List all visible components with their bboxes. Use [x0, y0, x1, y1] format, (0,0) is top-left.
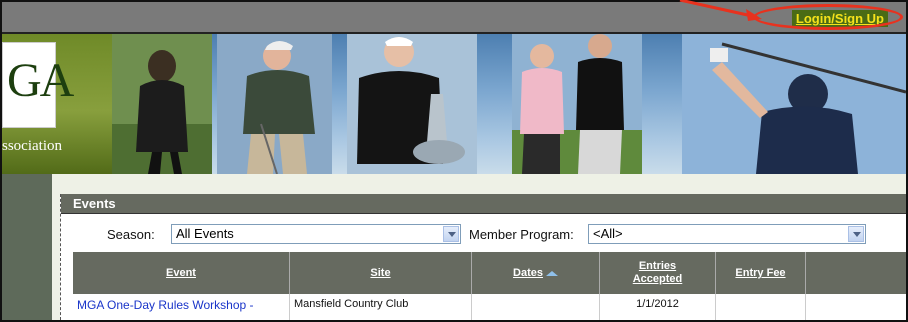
column-header-extra: [806, 252, 906, 294]
dates-cell: [472, 294, 600, 320]
event-cell: MGA One-Day Rules Workshop -: [73, 294, 290, 320]
golfer-photo-3: [347, 34, 477, 174]
member-program-label: Member Program:: [469, 227, 574, 242]
site-cell: Mansfield Country Club: [290, 294, 472, 320]
table-row: MGA One-Day Rules Workshop - Mansfield C…: [73, 294, 906, 320]
browser-frame: Login/Sign Up GA ssociation Events Seaso…: [0, 0, 908, 322]
sort-ascending-icon: [545, 270, 558, 276]
event-link[interactable]: MGA One-Day Rules Workshop -: [77, 298, 254, 312]
column-header-site[interactable]: Site: [290, 252, 472, 294]
column-header-entries-accepted[interactable]: Entries Accepted: [600, 252, 716, 294]
season-label: Season:: [107, 227, 155, 242]
golfer-photo-4: [512, 34, 642, 174]
logo-area: GA ssociation: [2, 34, 112, 174]
member-program-value: <All>: [593, 226, 623, 241]
column-header-dates[interactable]: Dates: [472, 252, 600, 294]
left-rail: [2, 174, 52, 320]
season-value: All Events: [176, 226, 234, 241]
header-banner: GA ssociation: [2, 34, 906, 174]
events-title: Events: [61, 194, 906, 214]
top-bar: Login/Sign Up: [2, 2, 906, 34]
chevron-down-icon[interactable]: [848, 226, 864, 242]
golfer-photo-2: [217, 34, 332, 174]
entry-fee-cell: [716, 294, 806, 320]
extra-cell: [806, 294, 906, 320]
login-signup-link[interactable]: Login/Sign Up: [791, 10, 888, 27]
page-body: Events Season: All Events Member Program…: [2, 174, 906, 320]
member-program-select[interactable]: <All>: [588, 224, 866, 244]
chevron-down-icon[interactable]: [443, 226, 459, 242]
season-select[interactable]: All Events: [171, 224, 461, 244]
golfer-photo-5: [682, 34, 906, 174]
logo-letters: GA: [7, 54, 74, 107]
logo-subtitle: ssociation: [2, 138, 62, 154]
golfer-photo-1: [112, 34, 212, 174]
filters-row: Season: All Events Member Program: <All>: [61, 218, 906, 248]
column-header-event[interactable]: Event: [73, 252, 290, 294]
table-header: Event Site Dates Entries Accepted Entry …: [73, 252, 906, 294]
events-table: Event Site Dates Entries Accepted Entry …: [73, 252, 906, 320]
events-panel: Events Season: All Events Member Program…: [60, 194, 906, 320]
logo: GA: [2, 42, 74, 128]
column-header-entry-fee[interactable]: Entry Fee: [716, 252, 806, 294]
entries-accepted-cell: 1/1/2012: [600, 294, 716, 320]
